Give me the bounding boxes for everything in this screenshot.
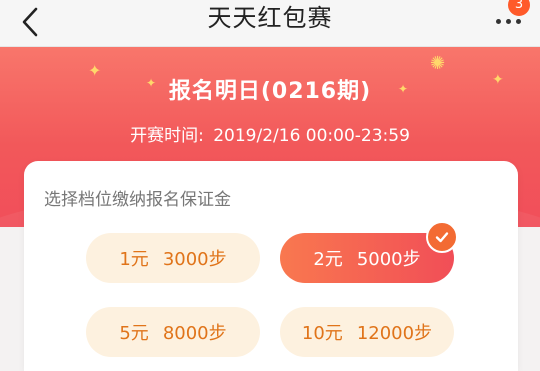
tier-option-1[interactable]: 1元 3000步 [86,233,260,283]
start-time-value: 2019/2/16 00:00-23:59 [213,126,410,146]
check-icon [426,221,458,253]
tier-amount: 2元 [313,249,343,270]
more-dots-icon [496,19,521,24]
tier-option-4[interactable]: 10元 12000步 [280,307,454,357]
tier-card: 选择档位缴纳报名保证金 1元 3000步 2元 5000步 5元 8000步 1… [24,161,518,371]
tier-steps: 5000步 [356,249,421,270]
tier-option-2[interactable]: 2元 5000步 [280,221,458,283]
tier-prompt: 选择档位缴纳报名保证金 [44,190,231,210]
hero-title: 报名明日(0216期) [168,79,372,104]
tier-steps: 12000步 [356,323,433,344]
more-button[interactable]: 3 [496,0,532,36]
tier-amount: 5元 [119,323,149,344]
sparkle-icon: ✺ [430,53,446,74]
tier-amount: 1元 [119,249,149,270]
tier-steps: 3000步 [162,249,227,270]
tier-steps: 8000步 [162,323,227,344]
nav-bar: 天天红包赛 3 [0,0,540,47]
page-title: 天天红包赛 [207,4,333,32]
tier-amount: 10元 [301,323,343,344]
start-time-label: 开赛时间: [130,126,204,146]
hero-time: 开赛时间: 2019/2/16 00:00-23:59 [0,121,540,146]
tier-option-3[interactable]: 5元 8000步 [86,307,260,357]
